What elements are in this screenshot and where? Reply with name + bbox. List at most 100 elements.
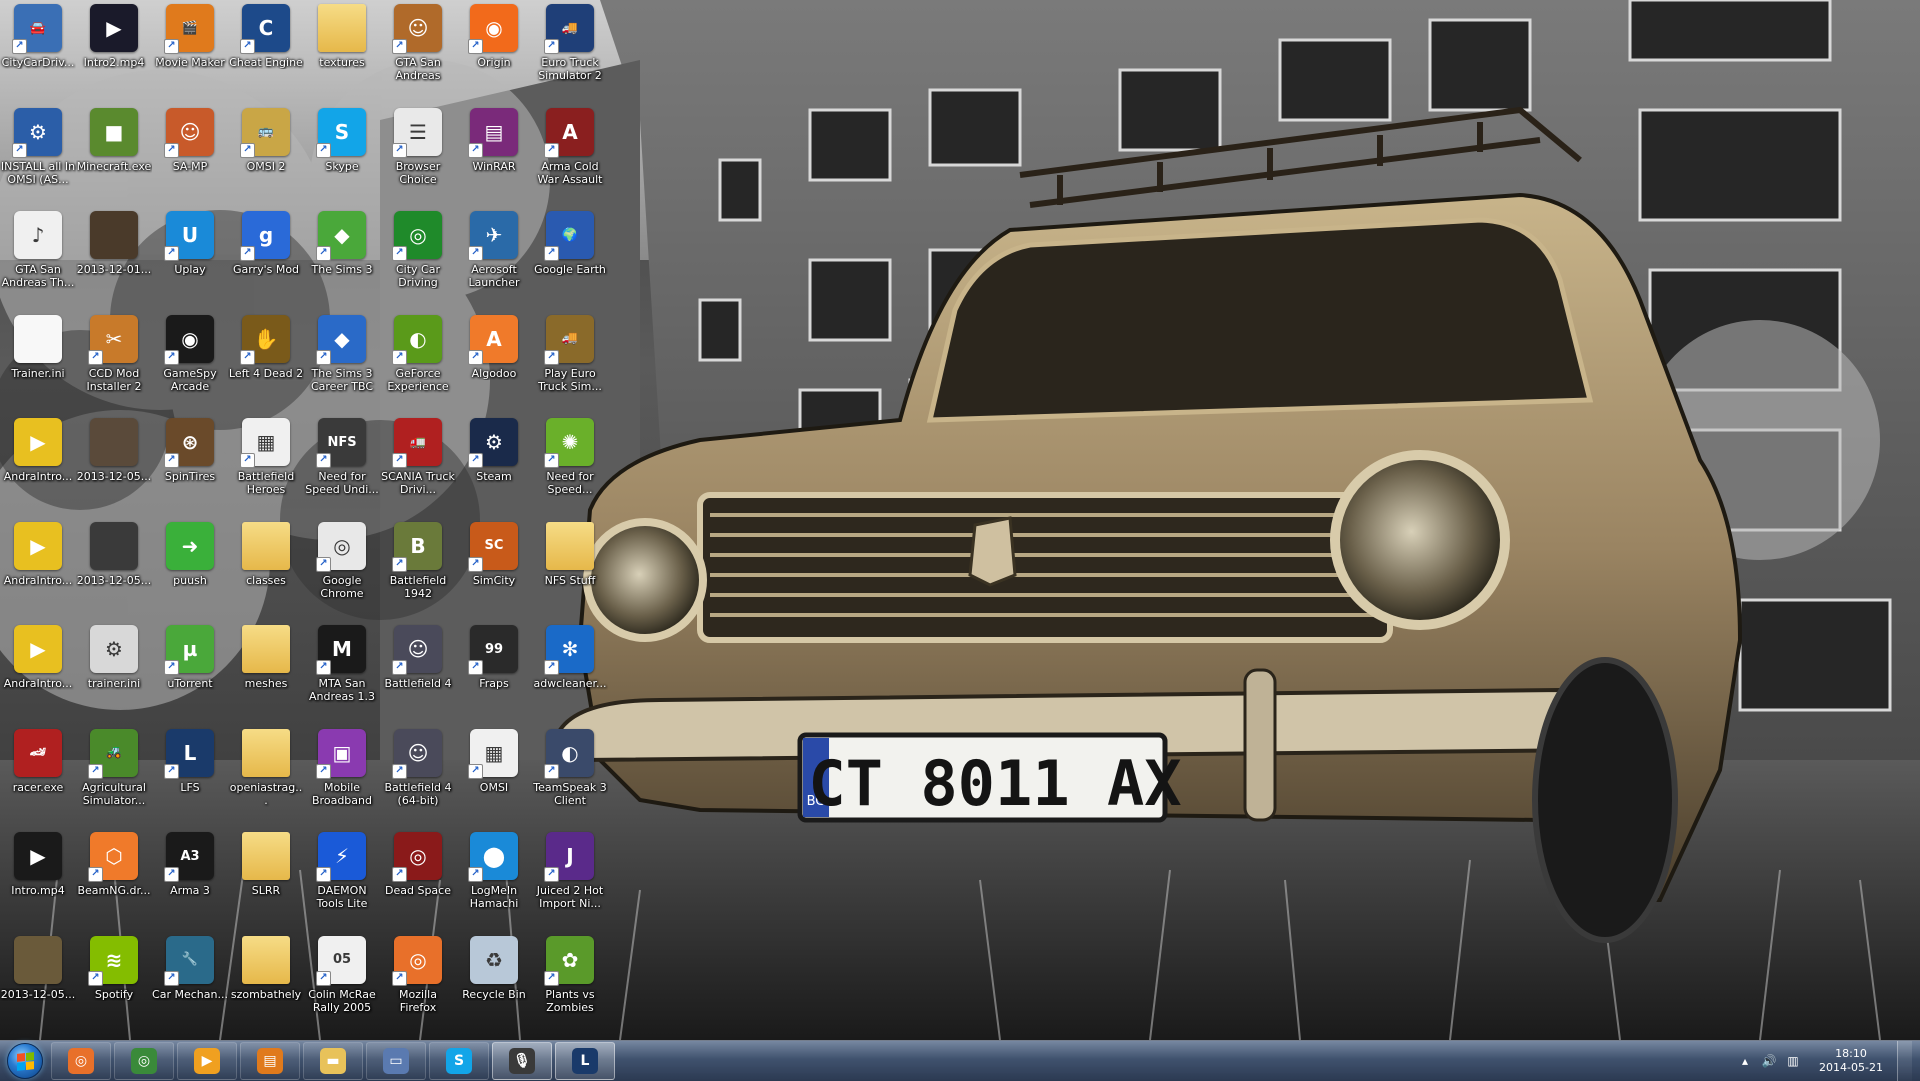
desktop-icon[interactable]: ⚙ ↗ Steam <box>456 414 532 514</box>
desktop-icon[interactable]: SLRR <box>228 828 304 928</box>
desktop-icon[interactable]: 99 ↗ Fraps <box>456 621 532 721</box>
desktop-icon[interactable]: szombathely <box>228 932 304 1032</box>
desktop-icon[interactable]: ✿ ↗ Plants vs Zombies <box>532 932 608 1032</box>
clock[interactable]: 18:10 2014-05-21 <box>1811 1047 1891 1075</box>
taskbar-button-lfs[interactable]: L <box>555 1042 615 1080</box>
desktop-icon[interactable]: ◆ ↗ The Sims 3 Career TBC <box>304 311 380 411</box>
desktop-icon[interactable]: ♻ Recycle Bin <box>456 932 532 1032</box>
desktop-icon[interactable]: ⚙ ↗ INSTALL all In OMSI (AS... <box>0 104 76 204</box>
desktop-icon[interactable]: ▦ ↗ OMSI <box>456 725 532 825</box>
desktop-icon[interactable]: ▦ ↗ Battlefield Heroes <box>228 414 304 514</box>
desktop-icon[interactable]: 🚚 ↗ Play Euro Truck Sim... <box>532 311 608 411</box>
desktop-icon[interactable]: ◐ ↗ TeamSpeak 3 Client <box>532 725 608 825</box>
desktop-icon[interactable]: 🚛 ↗ SCANIA Truck Drivi... <box>380 414 456 514</box>
desktop-icon[interactable]: ◉ ↗ Origin <box>456 0 532 100</box>
desktop-icon[interactable]: A ↗ Algodoo <box>456 311 532 411</box>
desktop-icon[interactable]: ✻ ↗ adwcleaner... <box>532 621 608 721</box>
desktop-icon[interactable]: B ↗ Battlefield 1942 <box>380 518 456 618</box>
desktop-icon[interactable]: 05 ↗ Colin McRae Rally 2005 <box>304 932 380 1032</box>
desktop-icon[interactable]: C ↗ Cheat Engine <box>228 0 304 100</box>
desktop-icon[interactable]: ☺ ↗ Battlefield 4 <box>380 621 456 721</box>
desktop-icon[interactable]: 2013-12-01... <box>76 207 152 307</box>
desktop-icon[interactable]: ⊛ ↗ SpinTires <box>152 414 228 514</box>
desktop-icon[interactable]: µ ↗ uTorrent <box>152 621 228 721</box>
desktop-icon[interactable]: S ↗ Skype <box>304 104 380 204</box>
desktop-icon[interactable]: NFS ↗ Need for Speed Undi... <box>304 414 380 514</box>
taskbar-button-network[interactable]: ▭ <box>366 1042 426 1080</box>
taskbar-button-skype[interactable]: S <box>429 1042 489 1080</box>
desktop-icon[interactable]: J ↗ Juiced 2 Hot Import Ni... <box>532 828 608 928</box>
start-button[interactable] <box>2 1041 48 1081</box>
desktop-icon[interactable]: 2013-12-05... <box>76 414 152 514</box>
desktop-icon[interactable]: 🔧 ↗ Car Mechan... <box>152 932 228 1032</box>
desktop-icon[interactable]: ◉ ↗ GameSpy Arcade <box>152 311 228 411</box>
desktop-icon[interactable]: ≋ ↗ Spotify <box>76 932 152 1032</box>
desktop-icon[interactable]: Trainer.ini <box>0 311 76 411</box>
desktop-icon[interactable]: A ↗ Arma Cold War Assault <box>532 104 608 204</box>
desktop-icon[interactable]: 🚘 ↗ CityCarDriv... <box>0 0 76 100</box>
desktop-icon[interactable]: ▶ AndraIntro... <box>0 414 76 514</box>
desktop-icon[interactable]: ♪ GTA San Andreas Th... <box>0 207 76 307</box>
desktop-icon[interactable]: ✺ ↗ Need for Speed... <box>532 414 608 514</box>
desktop-icon[interactable]: ◎ ↗ Dead Space <box>380 828 456 928</box>
desktop-icon[interactable]: ☰ ↗ Browser Choice <box>380 104 456 204</box>
desktop-icon[interactable]: ⚡ ↗ DAEMON Tools Lite <box>304 828 380 928</box>
show-hidden-icons-icon[interactable]: ▴ <box>1737 1053 1753 1069</box>
desktop-icon[interactable]: textures <box>304 0 380 100</box>
desktop-icon[interactable]: ☺ ↗ GTA San Andreas <box>380 0 456 100</box>
desktop-icon[interactable]: ◆ ↗ The Sims 3 <box>304 207 380 307</box>
utorrent-icon: µ ↗ <box>164 625 214 675</box>
desktop-icon[interactable]: ◎ ↗ City Car Driving <box>380 207 456 307</box>
desktop-icon[interactable]: g ↗ Garry's Mod <box>228 207 304 307</box>
desktop-icon[interactable]: ▣ ↗ Mobile Broadband <box>304 725 380 825</box>
desktop-icon[interactable]: ☺ ↗ SA-MP <box>152 104 228 204</box>
desktop-icon[interactable]: L ↗ LFS <box>152 725 228 825</box>
taskbar-button-media-player[interactable]: ▶ <box>177 1042 237 1080</box>
desktop-icon[interactable]: classes <box>228 518 304 618</box>
desktop-icon[interactable]: ▶ AndraIntro... <box>0 518 76 618</box>
desktop-icon[interactable]: ▤ ↗ WinRAR <box>456 104 532 204</box>
desktop-icon[interactable]: ⚙ trainer.ini <box>76 621 152 721</box>
desktop-icon[interactable]: ⬡ ↗ BeamNG.dr... <box>76 828 152 928</box>
desktop-icon[interactable]: ▶ AndraIntro... <box>0 621 76 721</box>
shortcut-arrow-icon: ↗ <box>468 867 483 882</box>
desktop-icon[interactable]: SC ↗ SimCity <box>456 518 532 618</box>
desktop-icon[interactable]: 🎬 ↗ Movie Maker <box>152 0 228 100</box>
taskbar-button-explorer[interactable]: ▬ <box>303 1042 363 1080</box>
taskbar-button-chrome[interactable]: ◎ <box>114 1042 174 1080</box>
desktop-icon[interactable]: openiastrag... <box>228 725 304 825</box>
desktop-icon[interactable]: 2013-12-05... <box>0 932 76 1032</box>
desktop-icon[interactable]: ▶ Intro2.mp4 <box>76 0 152 100</box>
taskbar-button-movie-maker[interactable]: ▤ <box>240 1042 300 1080</box>
volume-icon[interactable]: 🔊 <box>1761 1053 1777 1069</box>
desktop-icon[interactable]: ◎ ↗ Google Chrome <box>304 518 380 618</box>
desktop-icon[interactable]: M ↗ MTA San Andreas 1.3 <box>304 621 380 721</box>
desktop-icon[interactable]: ➜ puush <box>152 518 228 618</box>
desktop-icon[interactable]: ✋ ↗ Left 4 Dead 2 <box>228 311 304 411</box>
desktop-icon[interactable]: ◐ ↗ GeForce Experience <box>380 311 456 411</box>
taskbar-button-firefox[interactable]: ◎ <box>51 1042 111 1080</box>
desktop-icon[interactable]: A3 ↗ Arma 3 <box>152 828 228 928</box>
desktop-icon-label: LogMeIn Hamachi <box>469 884 519 910</box>
desktop-icon[interactable]: ✈ ↗ Aerosoft Launcher <box>456 207 532 307</box>
desktop-icon[interactable]: ⬤ ↗ LogMeIn Hamachi <box>456 828 532 928</box>
desktop-icon-label: BeamNG.dr... <box>77 884 151 897</box>
desktop-icon[interactable]: 🚚 ↗ Euro Truck Simulator 2 <box>532 0 608 100</box>
desktop-icon[interactable]: meshes <box>228 621 304 721</box>
desktop-icon[interactable]: U ↗ Uplay <box>152 207 228 307</box>
desktop-icon[interactable]: 2013-12-05... <box>76 518 152 618</box>
desktop-icon[interactable]: 🚌 ↗ OMSI 2 <box>228 104 304 204</box>
desktop-icon[interactable]: NFS Stuff <box>532 518 608 618</box>
desktop-icon[interactable]: ■ Minecraft.exe <box>76 104 152 204</box>
desktop-icon[interactable]: ✂ ↗ CCD Mod Installer 2 <box>76 311 152 411</box>
network-icon[interactable]: ▥ <box>1785 1053 1801 1069</box>
taskbar-button-sound-recorder[interactable]: 🎙 <box>492 1042 552 1080</box>
desktop-icon[interactable]: ▶ Intro.mp4 <box>0 828 76 928</box>
desktop-icon[interactable]: ◎ ↗ Mozilla Firefox <box>380 932 456 1032</box>
desktop-icon[interactable]: 🏎 racer.exe <box>0 725 76 825</box>
desktop-icon[interactable]: ☺ ↗ Battlefield 4 (64-bit) <box>380 725 456 825</box>
desktop-icon[interactable]: 🌍 ↗ Google Earth <box>532 207 608 307</box>
desktop-icon[interactable]: 🚜 ↗ Agricultural Simulator... <box>76 725 152 825</box>
show-desktop-button[interactable] <box>1897 1041 1912 1081</box>
desktop-icon-label: AndraIntro... <box>3 677 73 690</box>
